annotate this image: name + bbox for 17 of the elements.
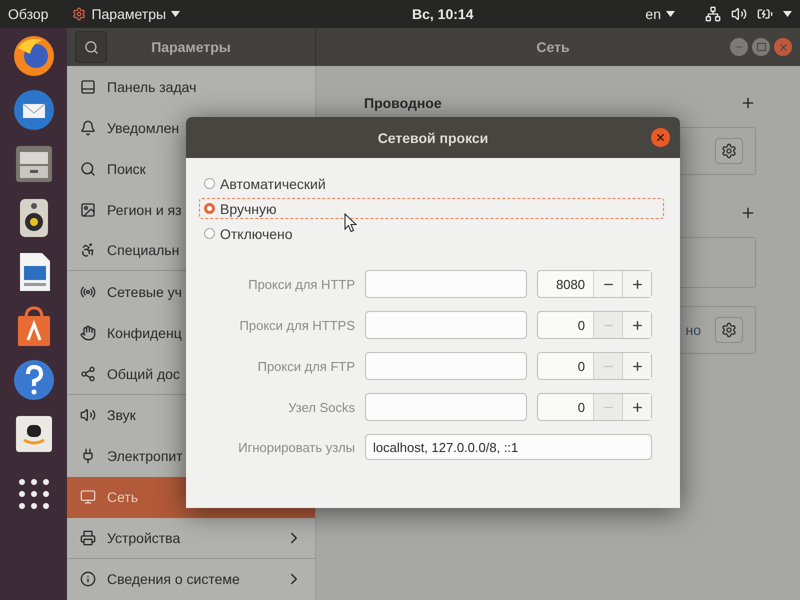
field-label: Узел Socks [287, 400, 355, 414]
port-value: 8080 [555, 276, 586, 294]
field-label: Прокси для HTTPS [238, 318, 355, 332]
radio-label: Автоматический [220, 176, 326, 192]
dialog-title: Сетевой прокси [378, 130, 488, 146]
port-value: 0 [576, 358, 586, 376]
radio-label: Вручную [220, 200, 276, 216]
field-label: Игнорировать узлы [237, 440, 355, 454]
section-heading: Проводное [364, 95, 442, 111]
field-label: Прокси для HTTP [247, 276, 355, 292]
port-value: 0 [576, 316, 586, 334]
window-title: Сеть [535, 39, 571, 55]
field-label: Прокси для FTP [256, 358, 355, 374]
radio-label: Отключено [220, 226, 293, 242]
port-value: 0 [576, 398, 586, 416]
status-text: но [685, 322, 701, 338]
sidebar-title: Параметры [150, 39, 232, 55]
